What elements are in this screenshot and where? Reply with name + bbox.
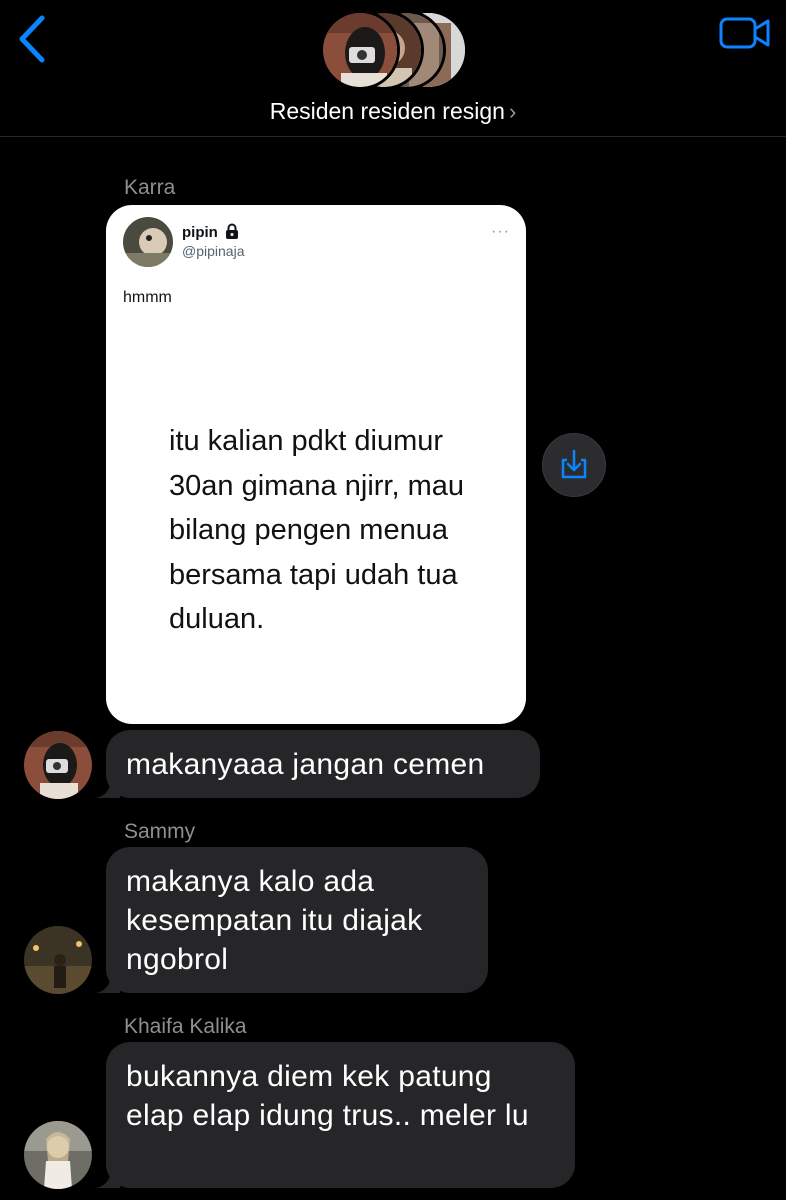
bubble-tail	[96, 774, 120, 798]
avatar[interactable]	[24, 731, 92, 799]
tweet-author-name-text: pipin	[182, 224, 218, 241]
avatar[interactable]	[24, 1121, 92, 1189]
message-text: makanya kalo ada kesempatan itu diajak n…	[126, 865, 423, 976]
bubble-tail	[96, 1164, 120, 1188]
message-bubble[interactable]: bukannya diem kek patung elap elap idung…	[96, 1042, 575, 1188]
video-call-button[interactable]	[718, 14, 772, 54]
tweet-text: hmmm	[123, 289, 172, 306]
shared-tweet-card[interactable]: pipin @pipinaja ··· hmmm itu kalian pdkt…	[106, 205, 526, 724]
sender-name: Karra	[124, 176, 176, 199]
back-button[interactable]	[14, 14, 54, 64]
sender-name: Khaifa Kalika	[124, 1015, 247, 1038]
avatar[interactable]	[24, 926, 92, 994]
group-member-avatar	[320, 10, 400, 90]
tweet-author-handle: @pipinaja	[182, 243, 245, 259]
message-text: bukannya diem kek patung elap elap idung…	[126, 1060, 529, 1132]
download-share-icon	[561, 449, 587, 479]
tweet-author-avatar	[123, 217, 173, 267]
group-avatar-stack[interactable]	[320, 10, 470, 92]
chevron-right-icon: ›	[508, 99, 517, 124]
share-button[interactable]	[542, 433, 606, 497]
tweet-image-text: itu kalian pdkt diumur 30an gimana njirr…	[169, 425, 464, 635]
chevron-left-icon	[19, 15, 45, 63]
video-camera-icon	[719, 17, 770, 49]
bubble-tail	[96, 969, 120, 993]
tweet-author-name: pipin	[182, 223, 239, 241]
group-title[interactable]: Residen residen resign ›	[0, 98, 786, 125]
lock-icon	[226, 223, 238, 239]
group-name: Residen residen resign	[269, 98, 505, 124]
message-bubble[interactable]: makanyaaa jangan cemen	[96, 730, 540, 798]
message-bubble[interactable]: makanya kalo ada kesempatan itu diajak n…	[96, 847, 488, 993]
message-text: makanyaaa jangan cemen	[126, 748, 485, 781]
sender-name: Sammy	[124, 820, 196, 843]
chat-header: Residen residen resign ›	[0, 0, 786, 137]
more-options-icon[interactable]: ···	[491, 223, 510, 241]
